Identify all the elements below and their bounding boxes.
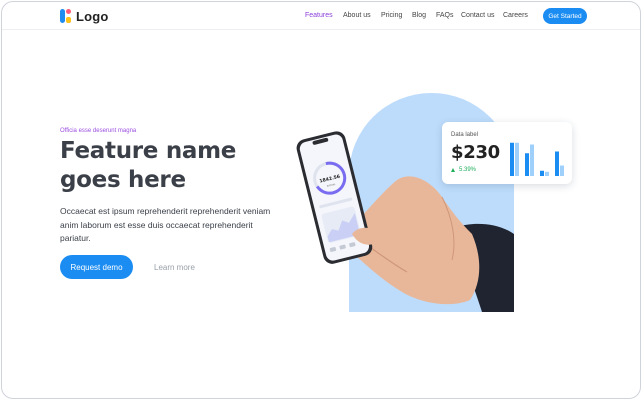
nav-link-careers[interactable]: Careers [503, 12, 528, 19]
hero-title: Feature name goes here [60, 138, 237, 193]
data-card-value: $230 [451, 142, 500, 163]
learn-more-link[interactable]: Learn more [154, 263, 195, 272]
mini-chart-bar-light [560, 165, 564, 176]
nav-link-features[interactable]: Features [305, 12, 333, 19]
nav-link-faqs[interactable]: FAQs [436, 12, 454, 19]
mini-chart-bar-dark [510, 142, 514, 176]
mini-chart-bar-dark [540, 170, 544, 176]
mini-chart-bar-light [530, 144, 534, 176]
mini-chart-bar-light [515, 142, 519, 176]
request-demo-button[interactable]: Request demo [60, 255, 133, 279]
data-card: Data label $230 5.39% [442, 122, 572, 184]
data-card-change-value: 5.39% [459, 167, 477, 173]
mini-chart-bar-dark [555, 151, 559, 176]
get-started-button[interactable]: Get Started [543, 8, 587, 24]
nav-link-pricing[interactable]: Pricing [381, 12, 402, 19]
top-navigation-bar: Logo Features About us Pricing Blog FAQs… [2, 2, 640, 30]
page-frame: Logo Features About us Pricing Blog FAQs… [1, 1, 641, 399]
nav-link-blog[interactable]: Blog [412, 12, 426, 19]
nav-link-contact-us[interactable]: Contact us [461, 12, 494, 19]
data-card-label: Data label [451, 132, 479, 138]
mini-bar-chart [510, 142, 564, 176]
hero-description: Occaecat est ipsum reprehenderit reprehe… [60, 206, 271, 243]
mini-chart-bar-light [545, 171, 549, 176]
nav-link-about-us[interactable]: About us [343, 12, 371, 19]
data-card-change: 5.39% [451, 167, 476, 173]
trend-up-icon [451, 168, 455, 172]
mini-chart-bar-dark [525, 153, 529, 176]
hero-eyebrow: Officia esse deserunt magna [60, 128, 137, 134]
